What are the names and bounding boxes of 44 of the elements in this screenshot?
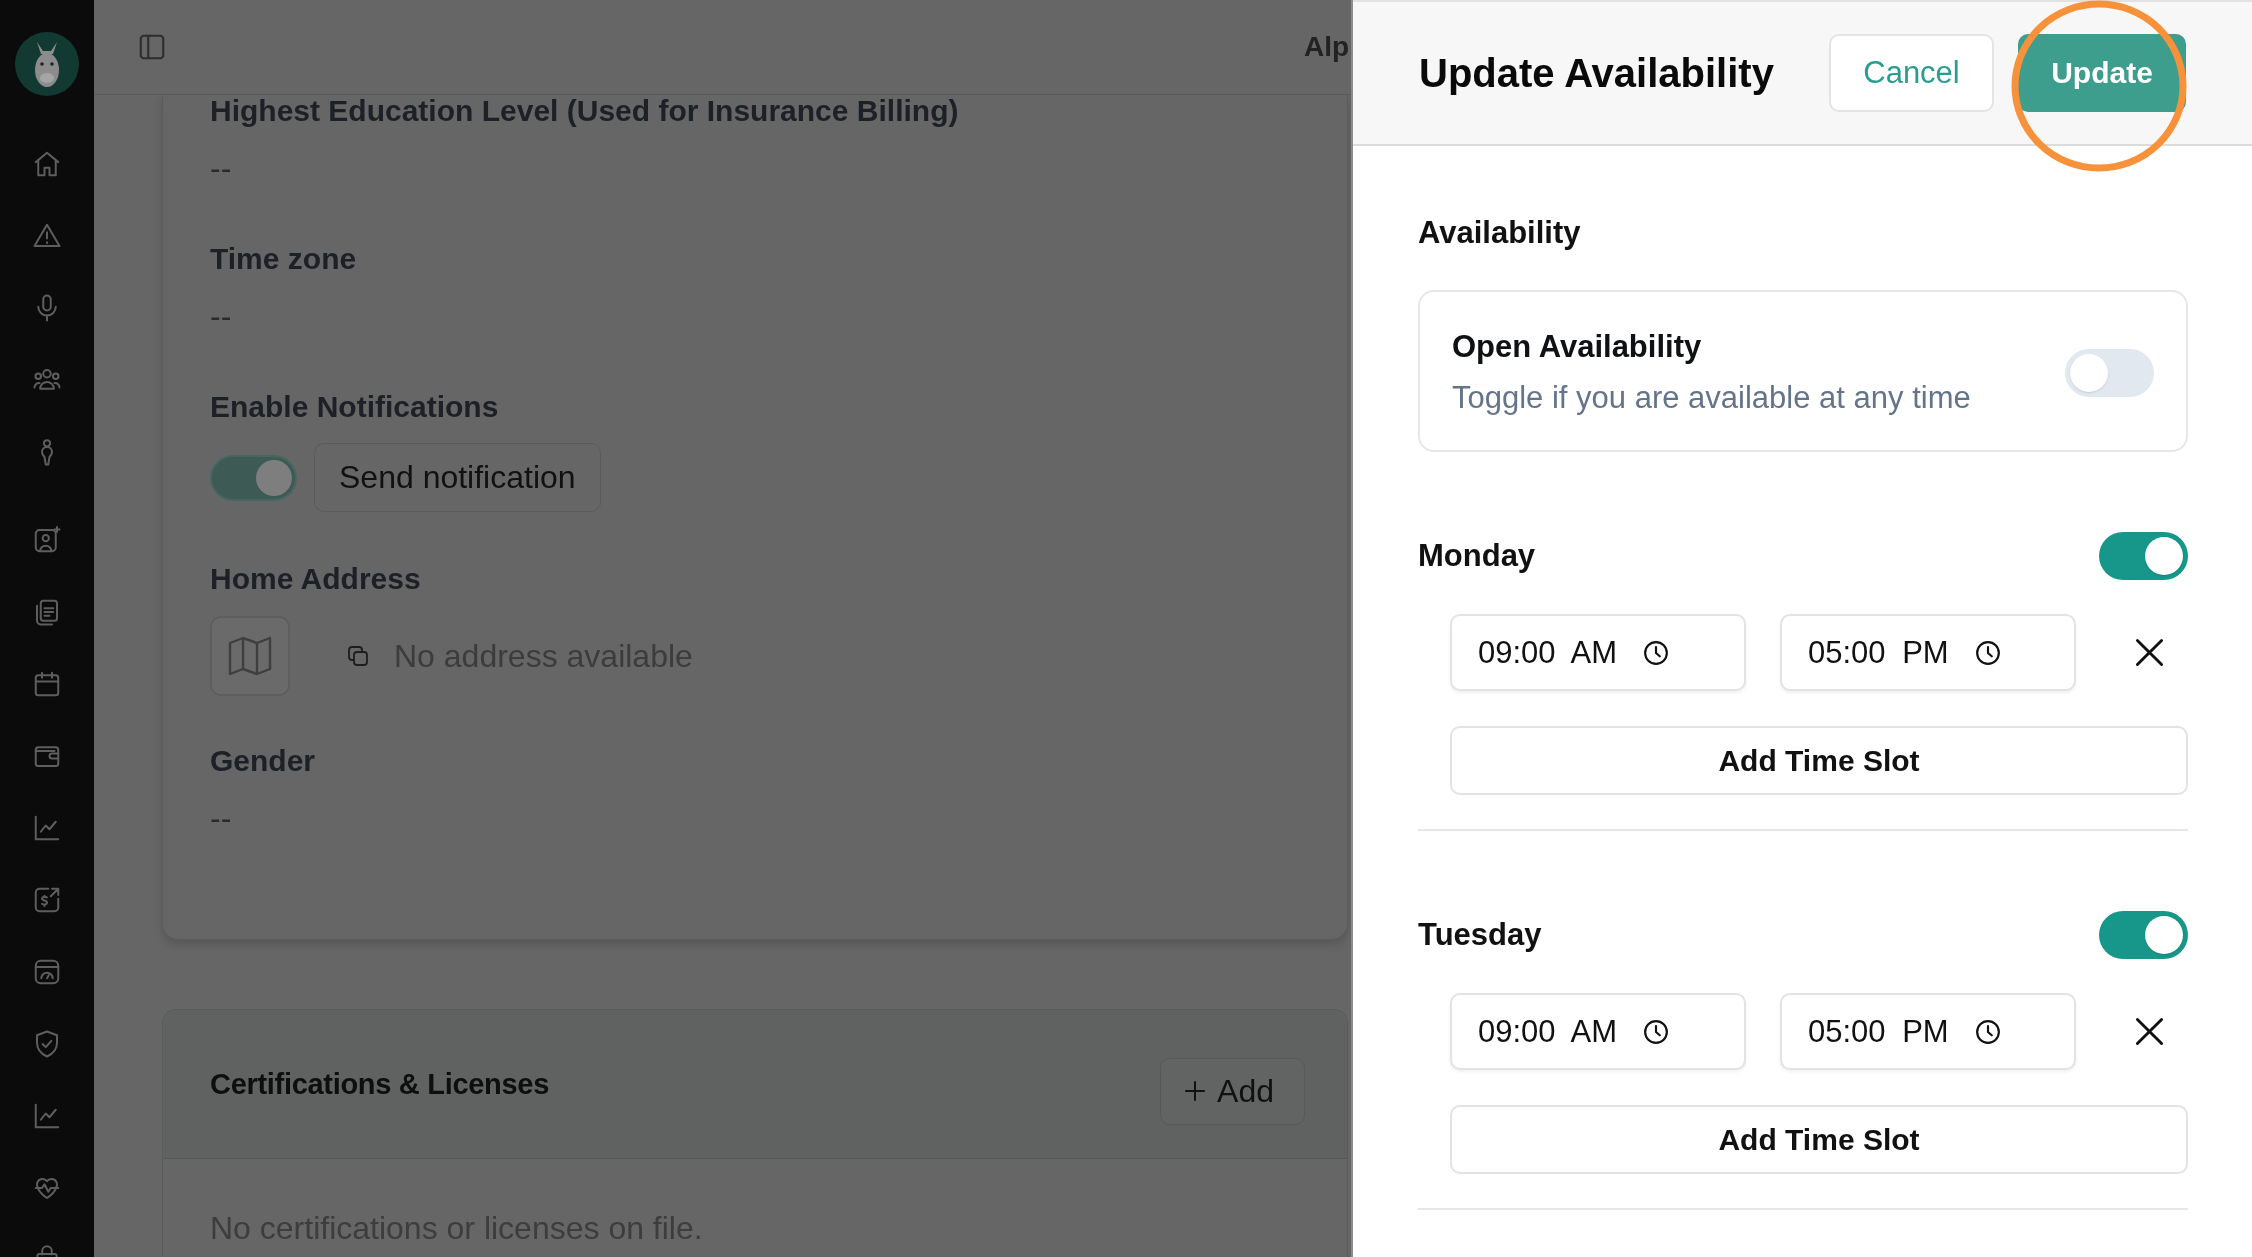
avatar-icon[interactable] [15,32,79,96]
toggle-switch[interactable] [2065,348,2154,397]
toggle-switch[interactable] [210,454,297,501]
toggle-switch[interactable] [2099,532,2188,580]
time-field[interactable]: 05:00 PM [1780,614,2076,691]
add-time-slot-button[interactable]: Add Time Slot [1450,726,2188,795]
line-chart-icon[interactable] [32,813,62,843]
dollar-arrow-icon[interactable] [32,885,62,915]
map-icon[interactable] [210,616,290,696]
field-label: Time zone [210,243,357,275]
close-icon[interactable] [2135,638,2164,667]
calendar-icon[interactable] [32,669,62,699]
page-title: Alp [1304,31,1350,63]
field-label: Highest Education Level (Used for Insurance Billing) [210,95,959,127]
clock-icon [1974,1018,2001,1045]
home-icon[interactable] [32,149,62,179]
close-icon[interactable] [2135,1017,2164,1046]
field-label: Gender [210,745,316,777]
toggle-switch[interactable] [2099,911,2188,959]
clock-icon [1974,639,2001,666]
field-value: -- [210,299,232,333]
line-chart-icon[interactable] [32,1101,62,1131]
field-value: -- [210,151,232,185]
time-field[interactable]: 09:00 AM [1450,993,1746,1070]
section-label: Availability [1418,215,1582,251]
option-title: Open Availability [1452,329,1703,365]
option-description: Toggle if you are available at any time [1452,380,1971,416]
clock-icon [1643,639,1669,666]
drawer-title: Update Availability [1419,50,1774,96]
time-field[interactable]: 09:00 AM [1450,614,1746,691]
clock-icon [1643,1018,1669,1045]
time-field[interactable]: 05:00 PM [1780,993,2076,1070]
add-time-slot-button[interactable]: Add Time Slot [1450,1105,2188,1174]
field-label: Enable Notifications [210,391,499,423]
field-label: Home Address [210,563,421,595]
section-title: Certifications & Licenses [210,1067,549,1101]
day-name: Monday [1418,538,1536,574]
day-name: Tuesday [1418,917,1542,953]
copy-icon[interactable] [346,644,370,668]
user-sparkle-icon[interactable] [32,525,62,555]
field-value: -- [210,801,232,835]
plus-icon [1185,1081,1206,1101]
sidebar-toggle-icon[interactable] [137,32,167,62]
gauge-icon[interactable] [32,957,62,987]
